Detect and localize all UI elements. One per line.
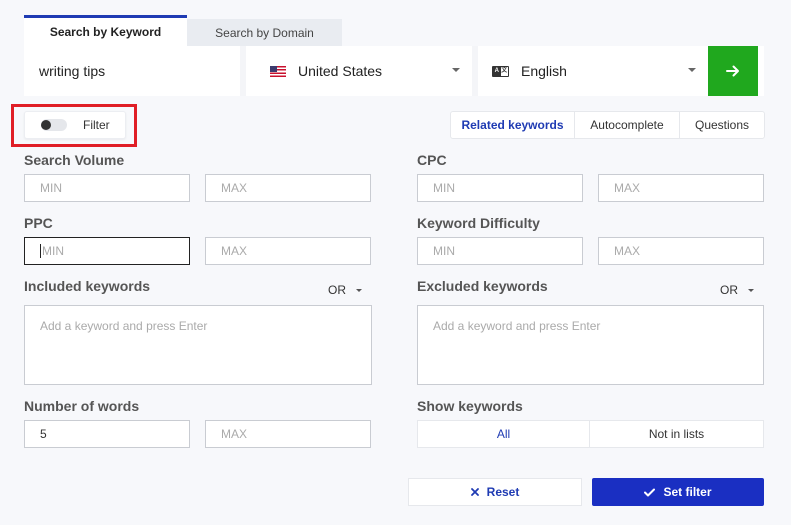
ppc-min-placeholder: MIN [42, 244, 64, 258]
text-cursor [40, 244, 41, 258]
country-label: United States [298, 63, 383, 79]
language-select[interactable]: A文 English [478, 46, 708, 96]
tab-autocomplete[interactable]: Autocomplete [575, 112, 680, 138]
show-keywords-label: Show keywords [417, 398, 523, 414]
ppc-label: PPC [24, 215, 53, 231]
cpc-label: CPC [417, 152, 447, 168]
show-all-option[interactable]: All [418, 421, 590, 447]
search-tabs: Search by Keyword Search by Domain [24, 15, 342, 46]
language-label: English [521, 63, 567, 79]
kd-min-input[interactable]: MIN [417, 237, 583, 265]
excluded-operator-select[interactable]: OR [720, 283, 754, 297]
reset-button[interactable]: Reset [408, 478, 582, 506]
operator-label: OR [720, 283, 738, 297]
tab-search-by-domain[interactable]: Search by Domain [187, 19, 342, 46]
search-submit-button[interactable] [708, 46, 758, 96]
search-volume-max-input[interactable]: MAX [205, 174, 371, 202]
chevron-down-icon [452, 68, 460, 72]
toggle-switch-icon[interactable] [41, 119, 67, 131]
words-min-input[interactable]: 5 [24, 420, 190, 448]
search-volume-min-input[interactable]: MIN [24, 174, 190, 202]
included-keywords-input[interactable]: Add a keyword and press Enter [24, 305, 372, 385]
search-bar: writing tips United States A文 English [24, 46, 764, 96]
excluded-keywords-label: Excluded keywords [417, 278, 548, 294]
cpc-min-input[interactable]: MIN [417, 174, 583, 202]
keyword-difficulty-label: Keyword Difficulty [417, 215, 540, 231]
search-volume-label: Search Volume [24, 152, 125, 168]
kd-max-input[interactable]: MAX [598, 237, 764, 265]
chevron-down-icon [688, 68, 696, 72]
number-of-words-label: Number of words [24, 398, 140, 414]
words-max-input[interactable]: MAX [205, 420, 371, 448]
reset-label: Reset [486, 485, 520, 499]
translate-icon: A文 [492, 65, 509, 77]
included-operator-select[interactable]: OR [328, 283, 362, 297]
set-filter-button[interactable]: Set filter [592, 478, 764, 506]
included-keywords-label: Included keywords [24, 278, 151, 294]
tab-questions[interactable]: Questions [680, 112, 764, 138]
ppc-max-input[interactable]: MAX [205, 237, 371, 265]
country-select[interactable]: United States [246, 46, 478, 96]
chevron-down-icon [748, 288, 754, 292]
us-flag-icon [270, 65, 286, 77]
ppc-min-input[interactable]: MIN [24, 237, 190, 265]
tab-related-keywords[interactable]: Related keywords [451, 112, 575, 138]
excluded-keywords-input[interactable]: Add a keyword and press Enter [417, 305, 764, 385]
set-filter-label: Set filter [663, 485, 712, 499]
chevron-down-icon [356, 288, 362, 292]
arrow-right-icon [726, 65, 739, 77]
cpc-max-input[interactable]: MAX [598, 174, 764, 202]
close-icon [470, 488, 479, 496]
operator-label: OR [328, 283, 346, 297]
filter-label: Filter [83, 118, 110, 132]
check-icon [644, 488, 656, 497]
tab-search-by-keyword[interactable]: Search by Keyword [24, 15, 187, 46]
show-not-in-lists-option[interactable]: Not in lists [590, 421, 763, 447]
keyword-mode-tabs: Related keywords Autocomplete Questions [450, 111, 765, 139]
show-keywords-toggle: All Not in lists [417, 420, 764, 448]
filter-toggle-button[interactable]: Filter [24, 111, 126, 139]
keyword-input[interactable]: writing tips [24, 46, 246, 96]
